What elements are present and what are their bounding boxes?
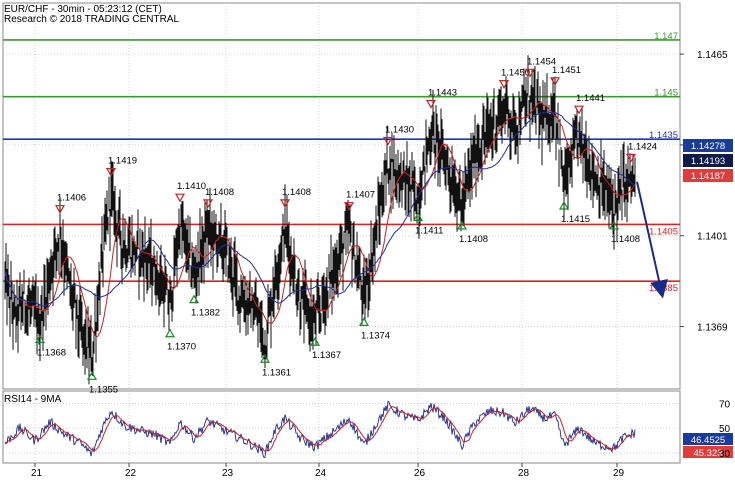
- swing-high-label: 1.1441: [576, 93, 605, 104]
- swing-high-label: 1.1424: [628, 141, 657, 152]
- swing-high-label: 1.1406: [57, 193, 86, 204]
- swing-low-marker: [358, 317, 370, 326]
- x-tick-label: 21: [31, 468, 43, 479]
- price-badge-label: 1.14187: [691, 171, 725, 182]
- rsi-panel: 46.452545.323: [4, 400, 733, 459]
- level-label: 1.1405: [649, 226, 678, 237]
- swing-high-label: 1.1410: [177, 181, 206, 192]
- rsi-line: [4, 400, 636, 458]
- y-tick-label: 1.1401: [697, 232, 728, 243]
- rsi-title: RSI14 - 9MA: [4, 394, 62, 405]
- swing-high-marker: [174, 193, 186, 203]
- main-plot-frame: [2, 2, 681, 390]
- y-tick-label: 1.1465: [697, 50, 728, 61]
- price-bar-series: [4, 55, 636, 385]
- price-badge-label: 1.14193: [691, 156, 725, 167]
- swing-high-label: 1.1419: [108, 156, 137, 167]
- swing-low-label: 1.1382: [191, 308, 220, 319]
- price-bars: [4, 55, 636, 385]
- swing-low-label: 1.1367: [312, 350, 341, 361]
- swing-low-label: 1.1368: [37, 347, 66, 358]
- x-tick-label: 24: [315, 468, 327, 479]
- swing-low-label: 1.1374: [361, 330, 390, 341]
- level-label: 1.1435: [649, 130, 678, 141]
- swing-low-label: 1.1415: [561, 214, 590, 225]
- swing-high-label: 1.1408: [282, 187, 311, 198]
- swing-low-label: 1.1411: [415, 225, 443, 236]
- x-tick-label: 23: [222, 468, 234, 479]
- x-tick-label: 28: [518, 468, 530, 479]
- swing-high-label: 1.1407: [346, 190, 375, 201]
- swing-low-label: 1.1355: [89, 384, 118, 395]
- swing-low-marker: [188, 294, 200, 304]
- swing-high-label: 1.1430: [385, 124, 414, 135]
- price-badge-label: 1.14278: [691, 141, 725, 152]
- swing-low-marker: [456, 220, 468, 230]
- level-label: 1.1385: [649, 283, 678, 294]
- rsi-y-tick-label: 50: [719, 424, 731, 435]
- swing-low-marker: [164, 328, 176, 338]
- chart-subtitle: Research © 2018 TRADING CENTRAL: [4, 14, 179, 25]
- rsi-y-tick-label: 70: [719, 399, 731, 410]
- swing-low-label: 1.1370: [167, 342, 196, 353]
- level-label: 1.145: [654, 88, 678, 99]
- swing-high-label: 1.1451: [552, 65, 581, 76]
- rsi-y-tick-label: 30: [719, 449, 731, 460]
- swing-high-marker: [425, 99, 437, 109]
- swing-low-label: 1.1361: [262, 367, 291, 378]
- y-tick-label: 1.1369: [697, 323, 728, 334]
- rsi-badge-label: 46.4525: [691, 435, 725, 446]
- eurchf-chart: 1.147 1.145 1.1435 1.1405 1.1385 1.1406 1.141…: [2, 2, 733, 479]
- x-tick-label: 22: [125, 468, 137, 479]
- swing-high-label: 1.1408: [205, 187, 234, 198]
- x-tick-label: 26: [414, 468, 426, 479]
- swing-low-label: 1.1408: [459, 234, 488, 245]
- x-tick-label: 29: [613, 468, 625, 479]
- level-label: 1.147: [654, 31, 678, 42]
- swing-low-label: 1.1408: [611, 234, 640, 245]
- swing-high-label: 1.1443: [428, 88, 457, 99]
